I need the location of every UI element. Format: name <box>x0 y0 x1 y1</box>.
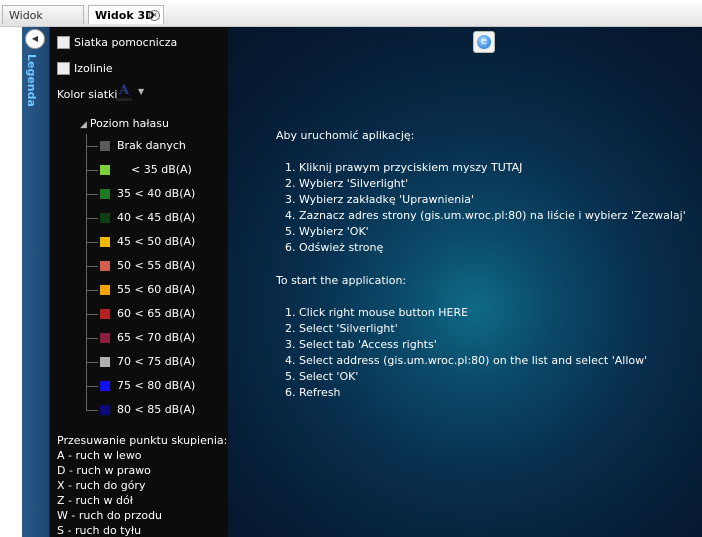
legend-swatch <box>100 261 110 271</box>
helper-grid-checkbox[interactable] <box>57 36 70 49</box>
tree-connector <box>86 194 98 195</box>
tree-connector <box>86 314 98 315</box>
legend-item-label: Brak danych <box>117 139 186 152</box>
legend-swatch <box>100 381 110 391</box>
legend-swatch <box>100 189 110 199</box>
globe-icon: e <box>477 35 491 49</box>
browser-button[interactable]: e <box>473 31 495 53</box>
legend-item-label: 35 < 40 dB(A) <box>117 187 196 200</box>
grid-color-label: Kolor siatki <box>57 88 118 101</box>
close-icon[interactable]: × <box>149 10 160 21</box>
instruction-en-step: 3. Select tab 'Access rights' <box>285 338 437 351</box>
tab-3d-label: Widok 3D <box>95 9 155 22</box>
legend-swatch <box>100 405 110 415</box>
chevron-down-icon[interactable]: ▼ <box>138 87 144 96</box>
key-hint: X - ruch do góry <box>57 479 146 492</box>
tree-connector <box>86 290 98 291</box>
instruction-en-step: 4. Select address (gis.um.wroc.pl:80) on… <box>285 354 648 367</box>
tree-connector <box>86 410 98 411</box>
tree-connector <box>86 338 98 339</box>
instruction-en-step[interactable]: 1. Click right mouse button HERE <box>285 306 468 319</box>
grid-color-swatch <box>116 98 132 101</box>
instructions-pl-title: Aby uruchomić aplikację: <box>276 129 415 142</box>
legend-swatch <box>100 141 110 151</box>
instruction-pl-step: 5. Wybierz 'OK' <box>285 225 369 238</box>
legend-item-label: 70 < 75 dB(A) <box>117 355 196 368</box>
instruction-en-step: 5. Select 'OK' <box>285 370 359 383</box>
key-hint: Z - ruch w dół <box>57 494 133 507</box>
legend-vertical-label[interactable]: Legenda <box>25 54 38 107</box>
noise-level-title: Poziom hałasu <box>89 117 169 130</box>
legend-item-label: 80 < 85 dB(A) <box>117 403 196 416</box>
legend-item-label: 75 < 80 dB(A) <box>117 379 196 392</box>
legend-swatch <box>100 237 110 247</box>
instruction-en-step: 6. Refresh <box>285 386 341 399</box>
tab-3d-view[interactable]: Widok 3D × <box>88 5 164 24</box>
tab-bar: Widok mapy Widok 3D × <box>0 0 702 41</box>
key-hint: W - ruch do przodu <box>57 509 163 522</box>
instruction-pl-step: 6. Odśwież stronę <box>285 241 384 254</box>
legend-item-label: 45 < 50 dB(A) <box>117 235 196 248</box>
legend-item-label: 60 < 65 dB(A) <box>117 307 196 320</box>
instruction-pl-step[interactable]: 1. Kliknij prawym przyciskiem myszy TUTA… <box>285 161 522 174</box>
instruction-pl-step: 4. Zaznacz adres strony (gis.um.wroc.pl:… <box>285 209 686 222</box>
tree-connector <box>86 170 98 171</box>
key-hint: A - ruch w lewo <box>57 449 142 462</box>
noise-level-node[interactable]: ◢ Poziom hałasu <box>80 117 169 130</box>
tree-connector <box>86 386 98 387</box>
legend-swatch <box>100 309 110 319</box>
key-hint: D - ruch w prawo <box>57 464 151 477</box>
key-hint: S - ruch do tyłu <box>57 524 142 537</box>
tree-line <box>86 134 87 411</box>
tree-connector <box>86 146 98 147</box>
keys-title: Przesuwanie punktu skupienia: <box>57 434 228 447</box>
tree-connector <box>86 362 98 363</box>
legend-item-label: < 35 dB(A) <box>131 163 192 176</box>
legend-swatch <box>100 285 110 295</box>
legend-item-label: 50 < 55 dB(A) <box>117 259 196 272</box>
helper-grid-label: Siatka pomocnicza <box>74 36 178 49</box>
isolines-checkbox[interactable] <box>57 62 70 75</box>
collapse-legend-icon[interactable]: ◀ <box>25 29 45 49</box>
legend-swatch <box>100 333 110 343</box>
left-gutter <box>0 27 22 537</box>
instruction-en-step: 2. Select 'Silverlight' <box>285 322 398 335</box>
legend-swatch <box>100 165 110 175</box>
instruction-pl-step: 3. Wybierz zakładkę 'Uprawnienia' <box>285 193 475 206</box>
legend-panel: Siatka pomocnicza Izolinie Kolor siatki … <box>50 27 228 537</box>
instruction-pl-step: 2. Wybierz 'Silverlight' <box>285 177 409 190</box>
silverlight-area[interactable]: e Aby uruchomić aplikację: 1. Kliknij pr… <box>228 27 702 537</box>
legend-item-label: 65 < 70 dB(A) <box>117 331 196 344</box>
grid-color-picker[interactable]: A <box>119 83 133 98</box>
tree-connector <box>86 242 98 243</box>
legend-swatch <box>100 213 110 223</box>
tab-map-view[interactable]: Widok mapy <box>2 5 84 41</box>
tree-connector <box>86 266 98 267</box>
legend-swatch <box>100 357 110 367</box>
isolines-label: Izolinie <box>74 62 113 75</box>
legend-item-label: 55 < 60 dB(A) <box>117 283 196 296</box>
legend-item-label: 40 < 45 dB(A) <box>117 211 196 224</box>
instructions-en-title: To start the application: <box>276 274 407 287</box>
tree-expand-icon[interactable]: ◢ <box>80 120 87 130</box>
tree-connector <box>86 218 98 219</box>
